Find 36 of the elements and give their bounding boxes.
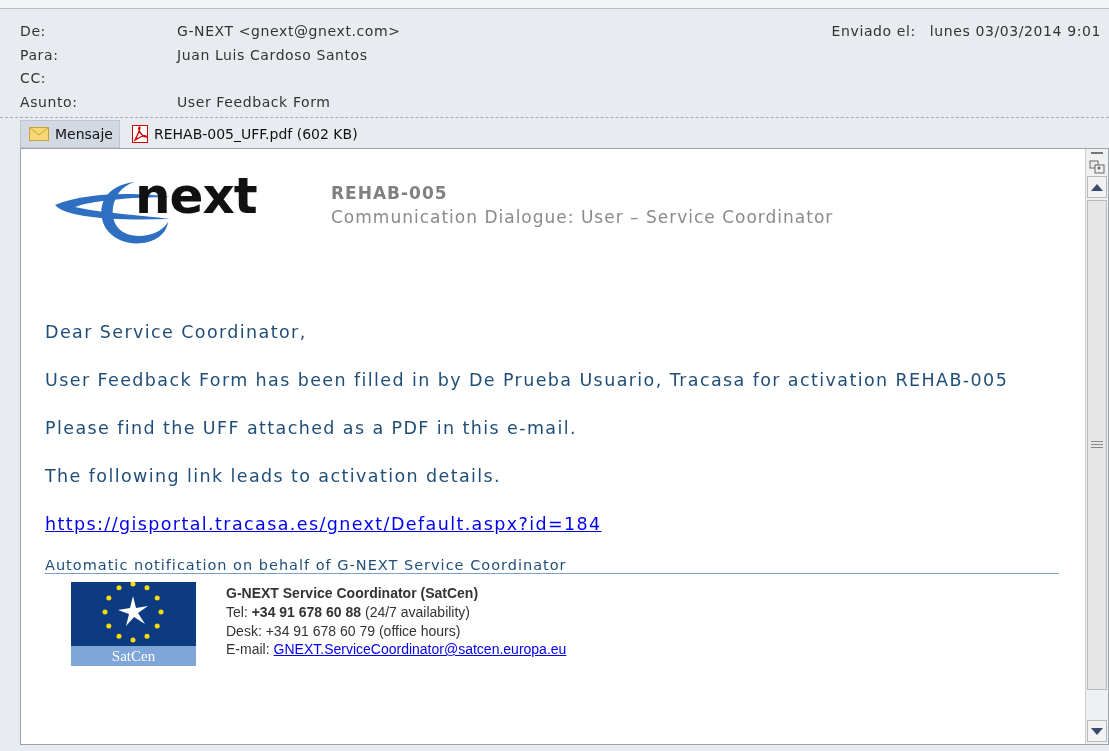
scroll-down-button[interactable]: [1087, 720, 1107, 742]
grip-icon: [1091, 441, 1103, 449]
paragraph: The following link leads to activation details.: [45, 465, 503, 487]
paragraph: Dear Service Coordinator,: [45, 321, 308, 343]
paragraph: Please find the UFF attached as a PDF in this e-mail.: [45, 417, 578, 439]
field-label: Para:: [20, 46, 60, 65]
field-label: Asunto:: [20, 93, 79, 112]
collapse-icon[interactable]: [1091, 152, 1103, 156]
scrollbar[interactable]: [1085, 149, 1108, 744]
down-arrow-icon: [1091, 727, 1103, 735]
signature-line: Tel: +34 91 678 60 88 (24/7 availability): [226, 603, 471, 622]
field-label: CC:: [20, 70, 48, 88]
signature-line: G-NEXT Service Coordinator (SatCen): [226, 584, 480, 603]
envelope-icon: [29, 127, 49, 141]
field-label: Enviado el:: [831, 23, 916, 41]
field-label: De:: [20, 23, 47, 41]
pdf-icon: [131, 125, 148, 143]
email-label: E-mail:: [226, 641, 270, 657]
email-link[interactable]: GNEXT.ServiceCoordinator@satcen.europa.eu: [273, 641, 567, 657]
activation-code: REHAB-005: [331, 183, 449, 203]
notification-footer: Automatic notification on behalf of G-NEXT Service Coordinator: [45, 557, 1059, 574]
attachment-tab[interactable]: REHAB-005_UFF.pdf (602 KB): [123, 120, 364, 148]
dialogue-subtitle: Communication Dialogue: User – Service Coordinator: [331, 207, 834, 227]
field-value: lunes 03/03/2014 9:01: [929, 23, 1101, 41]
field-value: Juan Luis Cardoso Santos: [177, 46, 368, 65]
activation-link[interactable]: https://gisportal.tracasa.es/gnext/Default.aspx?id=184: [45, 514, 602, 534]
up-arrow-icon: [1091, 183, 1103, 191]
scroll-thumb[interactable]: [1087, 200, 1107, 690]
gnext-logo: next: [50, 179, 295, 249]
scroll-up-button[interactable]: [1087, 176, 1107, 198]
signature-line: Desk: +34 91 678 60 79 (office hours): [226, 622, 462, 641]
field-value: G-NEXT <gnext@gnext.com>: [177, 23, 401, 41]
message-tab[interactable]: Mensaje: [20, 120, 120, 148]
paragraph: User Feedback Form has been filled in by De Prueba Usuario, Tracasa for activation REHAB-005: [45, 369, 1010, 391]
field-value: User Feedback Form: [177, 93, 331, 112]
satcen-emblem: SatCen: [71, 582, 196, 666]
